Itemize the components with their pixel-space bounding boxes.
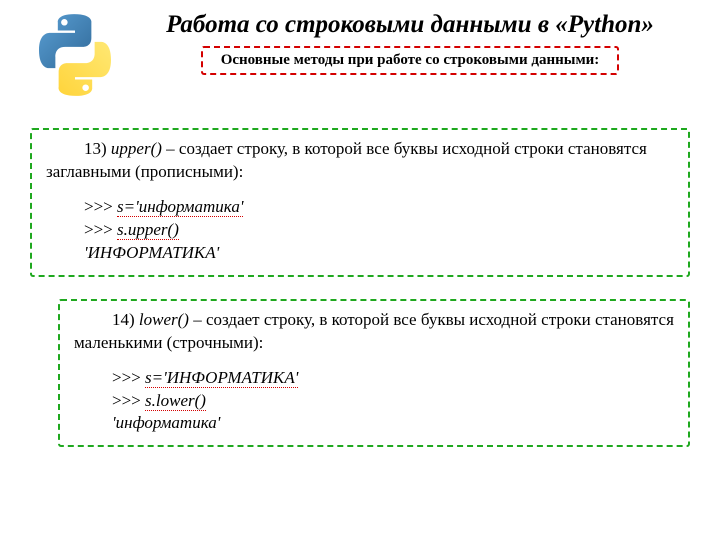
code-line: >>> s.lower() xyxy=(112,390,674,413)
code-block: >>> s='информатика' >>> s.upper() 'ИНФОР… xyxy=(84,196,674,265)
python-logo-icon xyxy=(30,10,120,100)
code-text: s='информатика' xyxy=(117,197,243,217)
code-block: >>> s='ИНФОРМАТИКА' >>> s.lower() 'инфор… xyxy=(112,367,674,436)
prompt: >>> xyxy=(84,197,117,216)
code-line: >>> s='ИНФОРМАТИКА' xyxy=(112,367,674,390)
code-line: >>> s.upper() xyxy=(84,219,674,242)
code-line: >>> s='информатика' xyxy=(84,196,674,219)
header-row: Работа со строковыми данными в «Python» … xyxy=(30,10,690,100)
method-description: 13) upper() – создает строку, в которой … xyxy=(46,138,674,184)
content: 13) upper() – создает строку, в которой … xyxy=(30,128,690,447)
method-box-upper: 13) upper() – создает строку, в которой … xyxy=(30,128,690,277)
prompt: >>> xyxy=(112,391,145,410)
code-text: s.lower() xyxy=(145,391,206,411)
code-text: s.upper() xyxy=(117,220,179,240)
method-description: 14) lower() – создает строку, в которой … xyxy=(74,309,674,355)
code-text: s='ИНФОРМАТИКА' xyxy=(145,368,298,388)
method-number: 13) xyxy=(84,139,107,158)
method-box-lower: 14) lower() – создает строку, в которой … xyxy=(58,299,690,448)
title-block: Работа со строковыми данными в «Python» … xyxy=(130,10,690,75)
page-title: Работа со строковыми данными в «Python» xyxy=(130,10,690,40)
method-name: upper() xyxy=(111,139,162,158)
prompt: >>> xyxy=(112,368,145,387)
code-result: 'ИНФОРМАТИКА' xyxy=(84,242,674,265)
prompt: >>> xyxy=(84,220,117,239)
subtitle-box: Основные методы при работе со строковыми… xyxy=(201,46,620,75)
code-result: 'информатика' xyxy=(112,412,674,435)
method-name: lower() xyxy=(139,310,189,329)
method-number: 14) xyxy=(112,310,135,329)
